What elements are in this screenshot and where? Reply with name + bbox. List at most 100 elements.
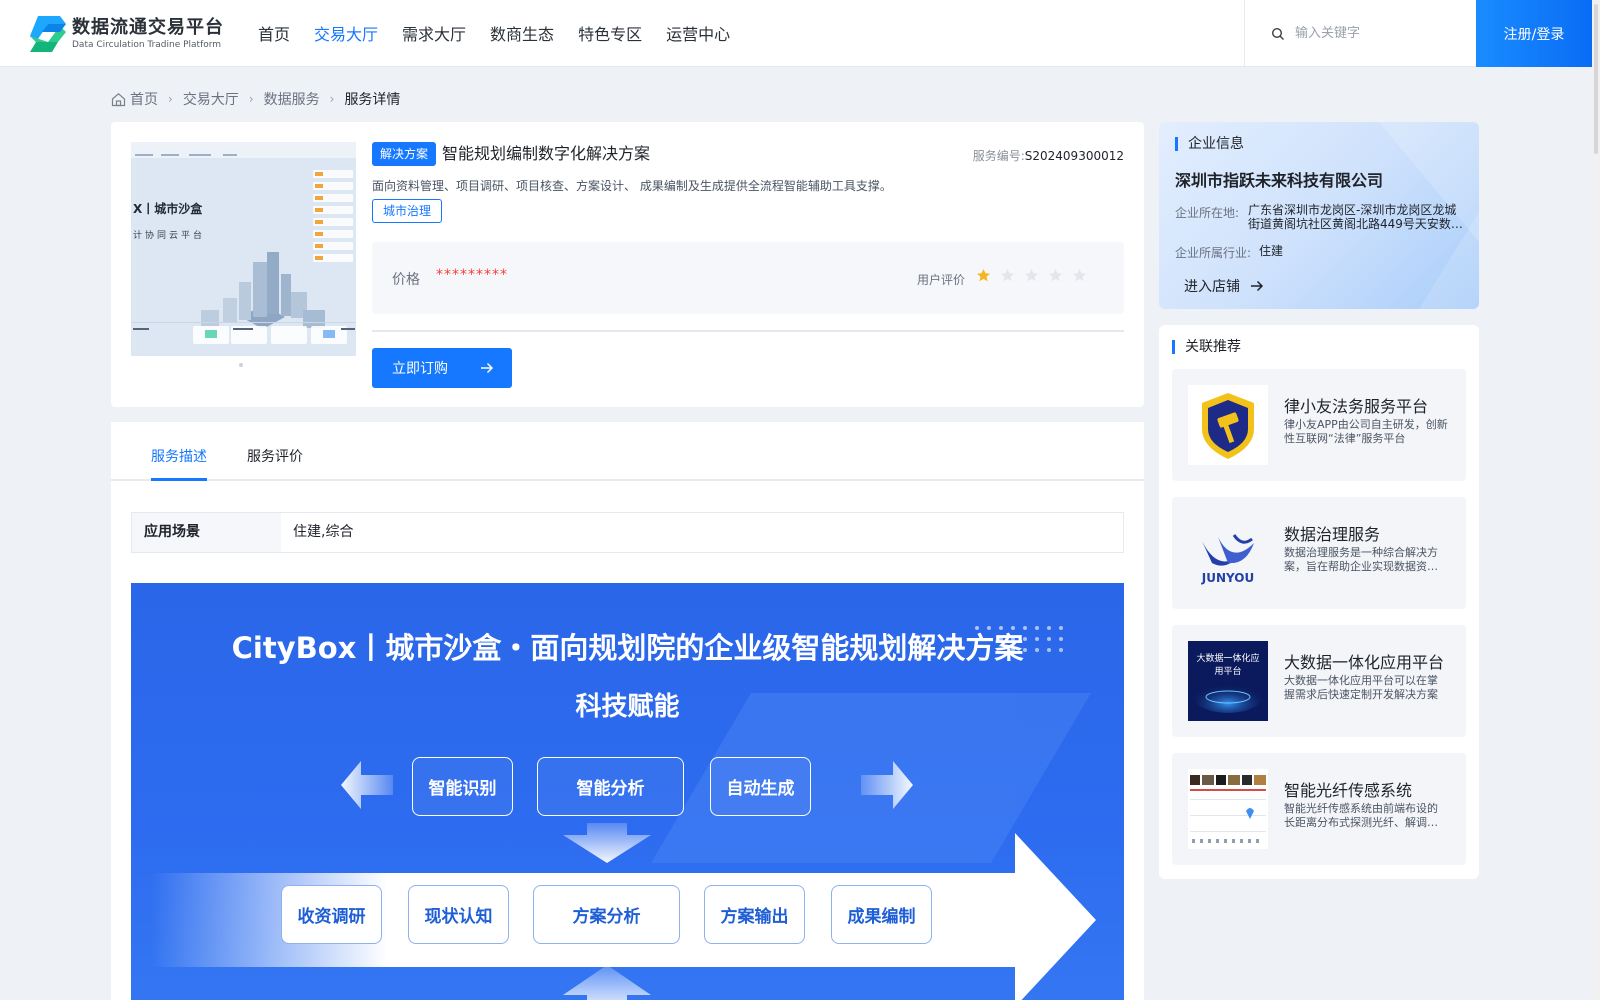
nav-home[interactable]: 首页: [258, 0, 290, 67]
company-industry: 住建: [1259, 244, 1284, 258]
nav-special-zone[interactable]: 特色专区: [578, 0, 642, 67]
scenario-label: 应用场景: [132, 513, 281, 552]
buy-now-label: 立即订购: [392, 361, 448, 377]
register-login-button[interactable]: 注册/登录: [1476, 0, 1592, 67]
related-item-desc: 智能光纤传感系统由前端布设的长距离分布式探测光纤、解调主机组成: [1284, 802, 1438, 829]
banner-box-data-collection: 收资调研: [281, 885, 382, 944]
thumbnail-title: X丨城市沙盒: [133, 202, 203, 216]
star-icon: [977, 269, 990, 282]
banner-box-smart-analysis: 智能分析: [537, 757, 684, 816]
fiber-sensing-screenshot: [1188, 769, 1268, 849]
chevron-right-icon: ›: [248, 92, 254, 106]
enter-shop-link[interactable]: 进入店铺: [1184, 276, 1264, 296]
service-detail-card: 服务描述 服务评价 应用场景 住建,综合 CityBox丨城市沙盒・面向规划院的…: [111, 422, 1144, 1000]
nav-trading-hall[interactable]: 交易大厅: [314, 0, 378, 67]
breadcrumb-data-service[interactable]: 数据服务: [264, 89, 320, 109]
banner-box-plan-analysis: 方案分析: [533, 885, 680, 944]
breadcrumb-home[interactable]: 首页: [130, 89, 158, 109]
related-section-title: 关联推荐: [1172, 340, 1241, 354]
rating-label: 用户评价: [917, 273, 966, 287]
tab-service-description[interactable]: 服务描述: [151, 446, 207, 466]
enter-shop-label: 进入店铺: [1184, 279, 1240, 295]
nav-operation-center[interactable]: 运营中心: [666, 0, 730, 67]
bigdata-cover: 大数据一体化应用平台: [1188, 641, 1268, 721]
arrow-right-icon: [481, 362, 494, 374]
scenario-value: 住建,综合: [293, 524, 354, 540]
junyou-logo-text: JUNYOU: [1201, 571, 1255, 585]
city-model-illustration: [131, 142, 356, 356]
star-icon: [1001, 269, 1014, 282]
star-icon: [1025, 269, 1038, 282]
related-item-title: 数据治理服务: [1284, 525, 1381, 544]
star-icon: [1049, 269, 1062, 282]
company-info-card: 企业信息 深圳市指跃未来科技有限公司 企业所在地: 广东省深圳市龙岗区-深圳市龙…: [1159, 122, 1479, 309]
related-item-desc: 数据治理服务是一种综合解决方案，旨在帮助企业实现数据资产的价值: [1284, 546, 1438, 573]
company-address-label: 企业所在地:: [1175, 206, 1240, 220]
home-icon: [111, 92, 126, 106]
breadcrumb-trading-hall[interactable]: 交易大厅: [183, 89, 239, 109]
active-tab-indicator: [151, 478, 207, 481]
nav-demand-hall[interactable]: 需求大厅: [402, 0, 466, 67]
chevron-right-icon: ›: [168, 92, 173, 106]
product-title: 智能规划编制数字化解决方案: [442, 144, 651, 163]
related-item-desc: 大数据一体化应用平台可以在掌握需求后快速定制开发解决方案: [1284, 674, 1438, 701]
related-item-title: 智能光纤传感系统: [1284, 781, 1413, 800]
nav-ecosystem[interactable]: 数商生态: [490, 0, 554, 67]
breadcrumb-current: 服务详情: [344, 92, 401, 108]
banner-box-plan-output: 方案输出: [704, 885, 805, 944]
site-logo[interactable]: 数据流通交易平台 Data Circulation Tradine Platfo…: [30, 14, 224, 54]
main-nav: 首页 交易大厅 需求大厅 数商生态 特色专区 运营中心: [258, 0, 754, 67]
page-scrollbar-thumb[interactable]: [1594, 4, 1598, 154]
company-name[interactable]: 深圳市指跃未来科技有限公司: [1175, 167, 1383, 191]
related-item-title: 大数据一体化应用平台: [1284, 653, 1445, 672]
buy-now-button[interactable]: 立即订购: [372, 348, 512, 388]
related-item[interactable]: 律小友法务服务平台 律小友APP由公司自主研发，创新性互联网“法律”服务平台: [1172, 369, 1466, 481]
bigdata-cover-text: 大数据一体化应用平台: [1196, 654, 1260, 677]
product-summary-card: X丨城市沙盒 计协同云平台 解决方案 智能规划编制数字化解决方案 服务编号:S2…: [111, 122, 1144, 407]
banner-box-result-compilation: 成果编制: [831, 885, 932, 944]
solution-banner-image: CityBox丨城市沙盒・面向规划院的企业级智能规划解决方案 科技赋能 智能识别…: [131, 583, 1124, 1000]
logo-title: 数据流通交易平台: [72, 17, 224, 38]
related-item[interactable]: JUNYOU 数据治理服务 数据治理服务是一种综合解决方案，旨在帮助企业实现数据…: [1172, 497, 1466, 609]
search-box: [1244, 0, 1476, 67]
service-number-value: S202409300012: [1024, 149, 1124, 163]
category-tag[interactable]: 城市治理: [372, 199, 443, 223]
product-thumbnail[interactable]: X丨城市沙盒 计协同云平台: [131, 142, 356, 356]
top-header: 数据流通交易平台 Data Circulation Tradine Platfo…: [0, 0, 1600, 67]
related-item[interactable]: 大数据一体化应用平台 大数据一体化应用平台 大数据一体化应用平台可以在掌握需求后…: [1172, 625, 1466, 737]
logo-subtitle: Data Circulation Tradine Platform: [72, 40, 222, 50]
detail-tabs: 服务描述 服务评价: [111, 422, 1144, 481]
thumbnail-subtitle: 计协同云平台: [133, 231, 206, 241]
service-number-label: 服务编号:: [972, 149, 1025, 163]
shield-gavel-icon: [1188, 385, 1268, 465]
product-description: 面向资料管理、项目调研、项目核查、方案设计、 成果编制及生成提供全流程智能辅助工…: [372, 179, 892, 193]
tab-service-review[interactable]: 服务评价: [247, 446, 303, 466]
related-item[interactable]: 智能光纤传感系统 智能光纤传感系统由前端布设的长距离分布式探测光纤、解调主机组成: [1172, 753, 1466, 865]
search-icon[interactable]: [1271, 27, 1285, 41]
logo-mark-icon: [30, 16, 66, 52]
company-section-title: 企业信息: [1175, 137, 1244, 151]
arrow-right-icon: [1251, 280, 1264, 292]
chevron-right-icon: ›: [329, 92, 335, 106]
price-label: 价格: [392, 272, 420, 288]
rating-stars: [976, 268, 1096, 283]
search-input[interactable]: [1295, 26, 1465, 41]
banner-title: CityBox丨城市沙盒・面向规划院的企业级智能规划解决方案: [231, 631, 1024, 665]
star-icon: [1073, 269, 1086, 282]
related-item-desc: 律小友APP由公司自主研发，创新性互联网“法律”服务平台: [1284, 418, 1448, 445]
divider: [372, 330, 1124, 332]
company-address: 广东省深圳市龙岗区-深圳市龙岗区龙城街道黄阁坑社区黄阁北路449号天安数码城: [1248, 203, 1463, 231]
breadcrumb: 首页 › 交易大厅 › 数据服务 › 服务详情: [111, 89, 400, 109]
price-value: *********: [436, 267, 508, 283]
junyou-logo: JUNYOU: [1188, 513, 1268, 593]
banner-box-status-cognition: 现状认知: [408, 885, 509, 944]
company-industry-label: 企业所属行业:: [1175, 246, 1252, 260]
banner-box-smart-recognition: 智能识别: [412, 757, 513, 816]
solution-type-badge: 解决方案: [372, 142, 437, 166]
banner-subtitle: 科技赋能: [575, 692, 680, 722]
related-recommendations-card: 关联推荐 律小友法务服务平台 律小友APP由公司自主研发，创新性互联网“法律”服…: [1159, 325, 1479, 879]
carousel-dot[interactable]: [239, 363, 243, 367]
application-scenario-row: 应用场景 住建,综合: [131, 512, 1124, 553]
banner-box-auto-generation: 自动生成: [710, 757, 811, 816]
related-item-title: 律小友法务服务平台: [1284, 397, 1429, 416]
